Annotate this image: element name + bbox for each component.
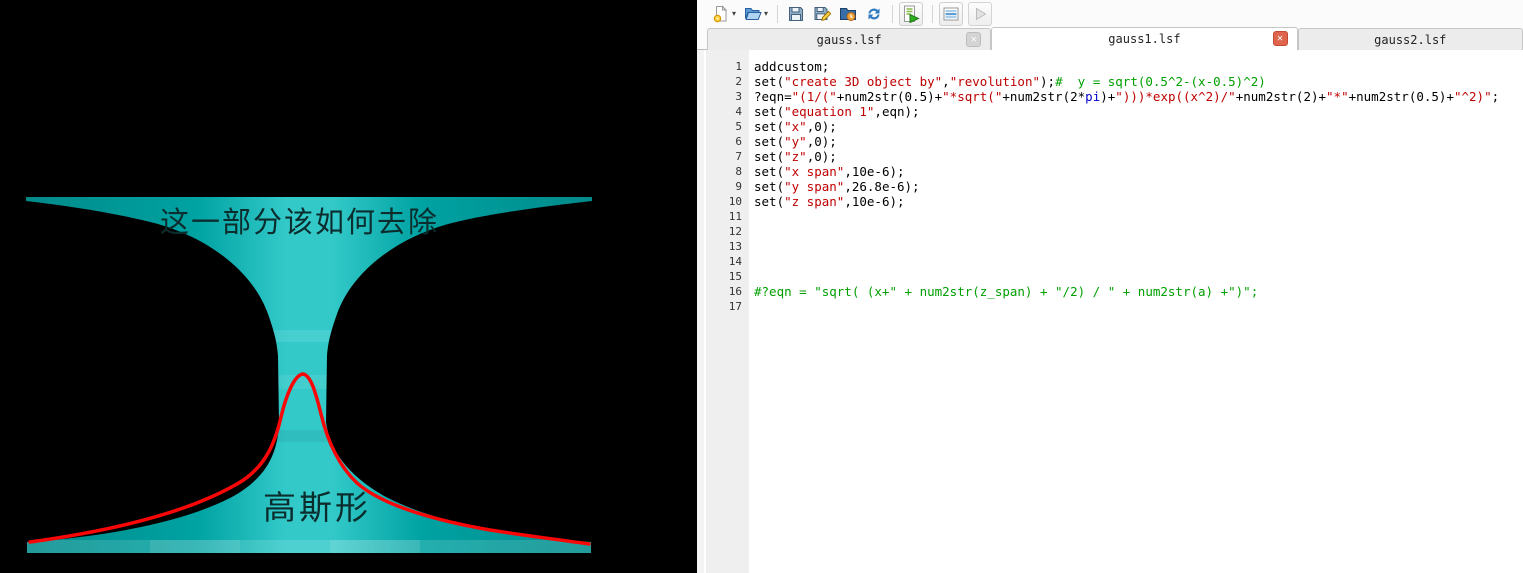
open-file-button[interactable]: ▾ <box>741 2 771 26</box>
script-folder-button[interactable] <box>836 2 860 26</box>
tab-gauss2-lsf[interactable]: gauss2.lsf <box>1297 28 1523 50</box>
code-lines: 1 addcustom; 2 set("create 3D object by","r… <box>697 50 1523 314</box>
line-number: 14 <box>728 255 742 268</box>
code-line: 15 <box>697 269 1523 284</box>
code-line: 14 <box>697 254 1523 269</box>
code-line: 17 <box>697 299 1523 314</box>
open-folder-icon <box>744 5 762 23</box>
line-content: set("x span",10e-6); <box>754 164 905 179</box>
line-number: 12 <box>728 225 742 238</box>
line-content: set("z",0); <box>754 149 837 164</box>
code-line: 13 <box>697 239 1523 254</box>
toolbar-separator <box>777 4 779 23</box>
line-number: 4 <box>735 105 742 118</box>
script-view-button[interactable] <box>939 1 964 26</box>
line-content: set("z span",10e-6); <box>754 194 905 209</box>
run-button <box>968 1 993 26</box>
tab-gauss1-lsf[interactable]: gauss1.lsf ✕ <box>991 27 1298 50</box>
code-line: 8 set("x span",10e-6); <box>697 164 1523 179</box>
code-line: 9 set("y span",26.8e-6); <box>697 179 1523 194</box>
line-number: 11 <box>728 210 742 223</box>
toolbar-separator <box>932 4 934 23</box>
script-editor-panel: ▾ ▾ gauss.lsf ✕ gauss1.lsf ✕ gauss2.lsf 1 addc… <box>697 0 1523 573</box>
tab-label: gauss1.lsf <box>1108 32 1181 46</box>
line-number: 7 <box>735 150 742 163</box>
refresh-button[interactable] <box>862 2 886 26</box>
save-icon <box>787 5 805 23</box>
line-content: addcustom; <box>754 59 830 74</box>
line-content: set("y span",26.8e-6); <box>754 179 920 194</box>
tab-gauss-lsf[interactable]: gauss.lsf ✕ <box>707 28 992 50</box>
line-content: set("x",0); <box>754 119 837 134</box>
tab-close-button[interactable]: ✕ <box>966 32 982 47</box>
run-script-icon <box>902 5 920 23</box>
code-line: 4 set("equation 1",eqn); <box>697 104 1523 119</box>
line-number: 16 <box>728 285 742 298</box>
line-content: set("y",0); <box>754 134 837 149</box>
code-line: 1 addcustom; <box>697 59 1523 74</box>
new-file-button[interactable]: ▾ <box>709 2 739 26</box>
annotation-remove-part: 这一部分该如何去除 <box>160 205 440 239</box>
tab-close-button[interactable]: ✕ <box>1272 31 1288 46</box>
line-number: 8 <box>735 165 742 178</box>
tab-label: gauss.lsf <box>816 32 882 47</box>
refresh-icon <box>865 5 883 23</box>
line-content <box>749 209 754 224</box>
code-line: 6 set("y",0); <box>697 134 1523 149</box>
save-as-button[interactable] <box>810 2 834 26</box>
line-number: 15 <box>728 270 742 283</box>
line-content: set("equation 1",eqn); <box>754 104 920 119</box>
code-line: 3 ?eqn="(1/("+num2str(0.5)+"*sqrt("+num2s… <box>697 89 1523 104</box>
play-icon <box>971 5 989 23</box>
code-line: 7 set("z",0); <box>697 149 1523 164</box>
code-line: 5 set("x",0); <box>697 119 1523 134</box>
code-line: 11 <box>697 209 1523 224</box>
line-content <box>749 239 754 254</box>
annotation-gaussian-shape: 高斯形 <box>263 488 371 527</box>
line-content: ?eqn="(1/("+num2str(0.5)+"*sqrt("+num2st… <box>754 89 1500 104</box>
code-line: 10 set("z span",10e-6); <box>697 194 1523 209</box>
code-line: 2 set("create 3D object by","revolution")… <box>697 74 1523 89</box>
line-content <box>749 299 754 314</box>
line-content <box>749 254 754 269</box>
toolbar-separator <box>892 4 894 23</box>
line-number: 5 <box>735 120 742 133</box>
viewport-3d[interactable]: 这一部分该如何去除 高斯形 <box>0 0 697 573</box>
run-script-button[interactable] <box>899 1 924 26</box>
doc-lines-icon <box>942 5 960 23</box>
new-file-icon <box>712 4 730 23</box>
line-content <box>749 269 754 284</box>
line-number: 3 <box>735 90 742 103</box>
save-as-icon <box>813 5 832 23</box>
line-number: 17 <box>728 300 742 313</box>
tab-bar: gauss.lsf ✕ gauss1.lsf ✕ gauss2.lsf <box>697 27 1523 50</box>
tab-label: gauss2.lsf <box>1374 32 1447 47</box>
code-line: 12 <box>697 224 1523 239</box>
line-content <box>749 224 754 239</box>
code-editor[interactable]: 1 addcustom; 2 set("create 3D object by","r… <box>697 50 1523 573</box>
line-content: #?eqn = "sqrt( (x+" + num2str(z_span) + … <box>754 284 1259 299</box>
code-line: 16 #?eqn = "sqrt( (x+" + num2str(z_span) … <box>697 284 1523 299</box>
line-content: set("create 3D object by","revolution");… <box>754 74 1266 89</box>
dropdown-arrow-icon[interactable]: ▾ <box>764 9 768 18</box>
line-number: 1 <box>735 60 742 73</box>
line-number: 6 <box>735 135 742 148</box>
line-number: 9 <box>735 180 742 193</box>
line-number: 2 <box>735 75 742 88</box>
toolbar: ▾ ▾ <box>697 0 1523 27</box>
line-number: 13 <box>728 240 742 253</box>
dropdown-arrow-icon[interactable]: ▾ <box>732 9 736 18</box>
folder-badge-icon <box>839 5 857 23</box>
line-number: 10 <box>728 195 742 208</box>
save-button[interactable] <box>784 2 808 26</box>
